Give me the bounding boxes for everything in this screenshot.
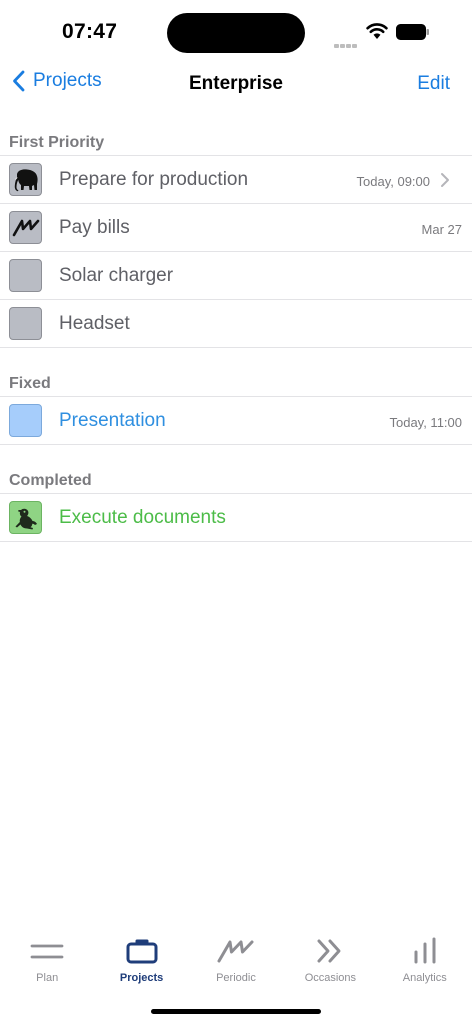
list-item-label: Presentation	[59, 410, 166, 431]
briefcase-icon	[126, 939, 158, 964]
list-item-date: Mar 27	[421, 222, 462, 237]
list-item[interactable]: Headset	[0, 300, 472, 348]
list-item[interactable]: Execute documents	[0, 494, 472, 542]
list-item-label: Execute documents	[59, 507, 226, 528]
section-header-completed: Completed	[0, 464, 472, 494]
list-item[interactable]: Solar charger	[0, 252, 472, 300]
list-item[interactable]: Prepare for production Today, 09:00	[0, 156, 472, 204]
tab-label: Plan	[36, 972, 59, 984]
gray-square-icon	[9, 307, 42, 340]
chevron-right-icon	[441, 173, 449, 187]
periodic-wave-icon	[217, 940, 254, 963]
chevron-left-icon	[13, 70, 25, 92]
wifi-icon	[366, 23, 388, 39]
tab-label: Analytics	[402, 972, 447, 984]
tab-plan[interactable]: Plan	[0, 930, 94, 990]
project-task-list: First Priority Prepare for production To…	[0, 126, 472, 542]
back-button[interactable]: Projects	[12, 70, 102, 92]
tab-label: Occasions	[304, 972, 357, 984]
plan-lines-icon	[30, 944, 64, 959]
list-item[interactable]: Pay bills Mar 27	[0, 204, 472, 252]
battery-icon	[396, 24, 429, 40]
tab-periodic[interactable]: Periodic	[189, 930, 283, 990]
edit-button[interactable]: Edit	[417, 73, 450, 95]
list-item-label: Solar charger	[59, 265, 174, 286]
back-button-label: Projects	[33, 70, 102, 91]
double-chevron-icon	[317, 939, 341, 963]
periodic-wave-icon	[9, 211, 42, 244]
list-item-label: Headset	[59, 313, 130, 334]
gray-square-icon	[9, 259, 42, 292]
dynamic-island	[167, 13, 305, 53]
tab-bar: Plan Projects Periodic Occasions Analyti…	[0, 930, 472, 990]
home-indicator	[151, 1009, 321, 1014]
elephant-icon	[9, 163, 42, 196]
tab-label: Periodic	[216, 972, 256, 984]
blue-square-icon	[9, 404, 42, 437]
list-item[interactable]: Presentation Today, 11:00	[0, 397, 472, 445]
frog-icon	[9, 501, 42, 534]
section-header-first-priority: First Priority	[0, 126, 472, 156]
status-bar: 07:47	[0, 0, 472, 64]
tab-label: Projects	[119, 972, 164, 984]
bar-chart-icon	[414, 937, 436, 964]
tab-occasions[interactable]: Occasions	[283, 930, 377, 990]
status-time: 07:47	[62, 20, 118, 43]
cellular-signal-icon	[334, 35, 358, 53]
list-item-date: Today, 09:00	[356, 174, 430, 189]
list-item-date: Today, 11:00	[389, 415, 462, 430]
tab-projects[interactable]: Projects	[94, 930, 188, 990]
list-item-label: Prepare for production	[59, 169, 249, 190]
section-header-fixed: Fixed	[0, 367, 472, 397]
list-item-label: Pay bills	[59, 217, 130, 238]
navigation-bar: Projects Enterprise Edit	[0, 64, 472, 104]
tab-analytics[interactable]: Analytics	[378, 930, 472, 990]
